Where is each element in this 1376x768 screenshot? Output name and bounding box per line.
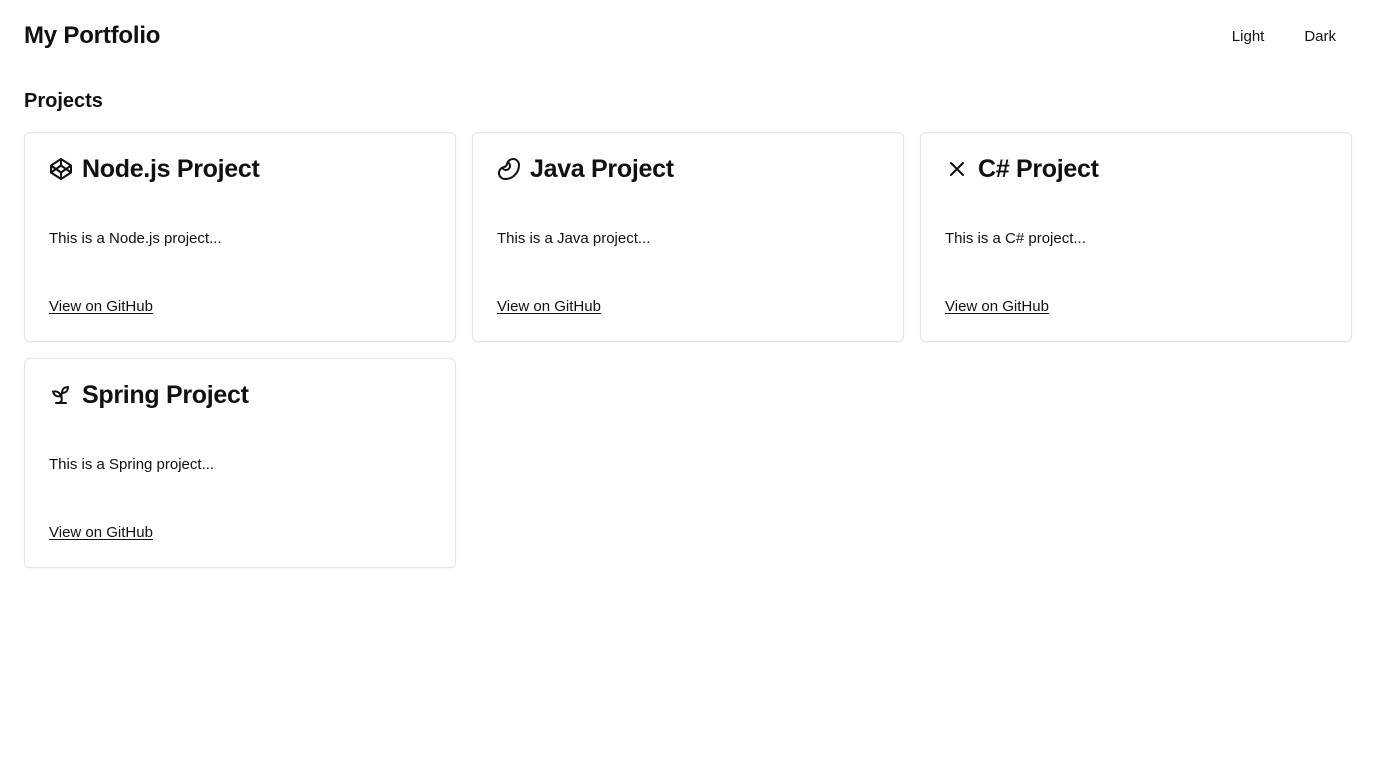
project-card-nodejs: Node.js Project This is a Node.js projec… <box>24 132 456 342</box>
card-header: Node.js Project <box>49 153 260 185</box>
projects-heading: Projects <box>24 90 103 112</box>
card-title: Java Project <box>530 154 674 183</box>
sprout-icon <box>49 383 73 407</box>
dark-theme-button[interactable]: Dark <box>1288 20 1352 53</box>
github-link[interactable]: View on GitHub <box>49 298 153 315</box>
site-title: My Portfolio <box>24 22 161 49</box>
bean-icon <box>497 157 521 181</box>
github-link[interactable]: View on GitHub <box>497 298 601 315</box>
project-card-java: Java Project This is a Java project... V… <box>472 132 904 342</box>
page: My Portfolio Light Dark Projects Node.js… <box>0 0 1376 768</box>
light-theme-button[interactable]: Light <box>1216 20 1281 53</box>
project-card-csharp: C# Project This is a C# project... View … <box>920 132 1352 342</box>
github-link[interactable]: View on GitHub <box>49 524 153 541</box>
projects-grid: Node.js Project This is a Node.js projec… <box>24 132 1352 568</box>
codepen-icon <box>49 157 73 181</box>
card-description: This is a C# project... <box>945 230 1086 247</box>
site-header: My Portfolio Light Dark <box>24 0 1352 72</box>
theme-switch: Light Dark <box>1216 20 1352 53</box>
card-header: Java Project <box>497 153 674 185</box>
card-description: This is a Node.js project... <box>49 230 222 247</box>
card-header: Spring Project <box>49 379 249 411</box>
card-description: This is a Spring project... <box>49 456 215 473</box>
card-title: C# Project <box>978 154 1099 183</box>
card-description: This is a Java project... <box>497 230 651 247</box>
card-header: C# Project <box>945 153 1099 185</box>
github-link[interactable]: View on GitHub <box>945 298 1049 315</box>
card-title: Spring Project <box>82 380 249 409</box>
project-card-spring: Spring Project This is a Spring project.… <box>24 358 456 568</box>
card-title: Node.js Project <box>82 154 260 183</box>
x-icon <box>945 157 969 181</box>
